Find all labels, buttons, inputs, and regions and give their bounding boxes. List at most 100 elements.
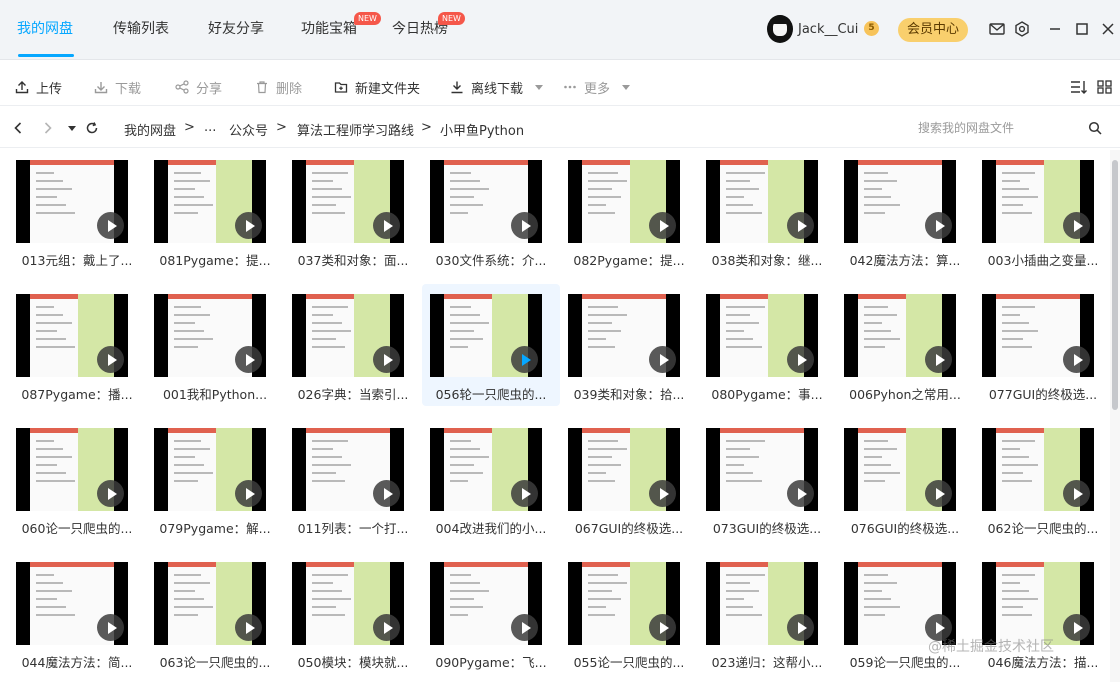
video-file-item[interactable]: 062论一只爬虫的... (974, 418, 1110, 540)
breadcrumb-ellipsis[interactable]: ... (204, 120, 216, 135)
chevron-down-icon[interactable] (622, 84, 631, 90)
play-icon[interactable] (511, 480, 538, 507)
play-icon[interactable] (925, 480, 952, 507)
thumbnail-text-line (174, 590, 195, 592)
video-file-item[interactable]: 013元组：戴上了... (8, 150, 146, 272)
play-icon[interactable] (1063, 212, 1090, 239)
video-thumbnail (844, 428, 956, 511)
play-icon[interactable] (787, 480, 814, 507)
play-icon[interactable] (925, 212, 952, 239)
scrollbar[interactable] (1110, 150, 1120, 682)
video-file-item[interactable]: 079Pygame：解... (146, 418, 284, 540)
play-icon[interactable] (97, 346, 124, 373)
play-icon[interactable] (373, 346, 400, 373)
maximize-icon[interactable] (1073, 20, 1091, 38)
video-file-item[interactable]: 042魔法方法：算... (836, 150, 974, 272)
video-file-item[interactable]: 076GUI的终极选... (836, 418, 974, 540)
search-icon[interactable] (1088, 121, 1102, 135)
mail-icon[interactable] (988, 20, 1006, 38)
vip-center-button[interactable]: 会员中心 (898, 18, 968, 42)
scrollbar-thumb[interactable] (1112, 160, 1118, 410)
thumbnail-text-line (1002, 606, 1023, 608)
play-icon[interactable] (787, 346, 814, 373)
username[interactable]: Jack__Cui (798, 22, 858, 37)
video-file-item[interactable]: 050模块：模块就... (284, 552, 422, 674)
play-icon[interactable] (235, 346, 262, 373)
new-folder-button[interactable]: 新建文件夹 (334, 68, 420, 106)
play-icon[interactable] (373, 614, 400, 641)
play-icon[interactable] (511, 212, 538, 239)
video-file-item[interactable]: 039类和对象：拾... (560, 284, 698, 406)
play-icon[interactable] (373, 212, 400, 239)
breadcrumb-item[interactable]: 算法工程师学习路线 (297, 120, 414, 139)
play-icon[interactable] (1063, 346, 1090, 373)
play-icon[interactable] (373, 480, 400, 507)
video-file-item[interactable]: 077GUI的终极选... (974, 284, 1110, 406)
offline-download-button[interactable]: 离线下载 (450, 68, 544, 106)
video-file-item[interactable]: 067GUI的终极选... (560, 418, 698, 540)
play-icon[interactable] (1063, 614, 1090, 641)
breadcrumb-item[interactable]: 我的网盘 (124, 120, 176, 139)
play-icon[interactable] (511, 614, 538, 641)
tab-toolbox[interactable]: 功能宝箱 (301, 18, 357, 38)
video-file-item[interactable]: 004改进我们的小... (422, 418, 560, 540)
tab-transfer-list[interactable]: 传输列表 (113, 18, 169, 38)
settings-icon[interactable] (1013, 20, 1031, 38)
play-icon[interactable] (511, 346, 538, 373)
download-button[interactable]: 下载 (94, 68, 141, 106)
video-file-item[interactable]: 081Pygame：提... (146, 150, 284, 272)
video-file-item[interactable]: 080Pygame：事... (698, 284, 836, 406)
grid-view-icon[interactable] (1097, 80, 1112, 94)
history-dropdown-icon[interactable] (68, 126, 76, 131)
refresh-icon[interactable] (85, 121, 99, 135)
play-icon[interactable] (787, 212, 814, 239)
delete-button[interactable]: 删除 (255, 68, 302, 106)
tab-friend-share[interactable]: 好友分享 (208, 18, 264, 38)
tab-my-drive[interactable]: 我的网盘 (17, 18, 73, 38)
sort-icon[interactable] (1070, 79, 1088, 95)
share-button[interactable]: 分享 (175, 68, 222, 106)
back-icon[interactable] (12, 121, 24, 135)
play-icon[interactable] (97, 614, 124, 641)
play-icon[interactable] (649, 346, 676, 373)
video-file-item[interactable]: 087Pygame：播... (8, 284, 146, 406)
chevron-down-icon[interactable] (535, 84, 544, 90)
video-file-item[interactable]: 011列表：一个打... (284, 418, 422, 540)
play-icon[interactable] (649, 480, 676, 507)
play-icon[interactable] (925, 346, 952, 373)
video-file-item[interactable]: 023递归：这帮小... (698, 552, 836, 674)
close-icon[interactable] (1099, 20, 1117, 38)
forward-icon[interactable] (42, 121, 54, 135)
play-icon[interactable] (235, 212, 262, 239)
video-file-item[interactable]: 044魔法方法：简... (8, 552, 146, 674)
video-file-item[interactable]: 060论一只爬虫的... (8, 418, 146, 540)
video-file-item[interactable]: 006Pyhon之常用... (836, 284, 974, 406)
play-icon[interactable] (1063, 480, 1090, 507)
video-file-item[interactable]: 055论一只爬虫的... (560, 552, 698, 674)
play-icon[interactable] (649, 614, 676, 641)
video-file-item[interactable]: 026字典：当索引... (284, 284, 422, 406)
play-icon[interactable] (97, 212, 124, 239)
thumbnail-text-line (450, 480, 468, 482)
search-input[interactable] (905, 116, 1105, 140)
play-icon[interactable] (649, 212, 676, 239)
more-button[interactable]: 更多 (563, 68, 631, 106)
video-file-item[interactable]: 038类和对象：继... (698, 150, 836, 272)
breadcrumb-item[interactable]: 公众号 (229, 120, 268, 139)
video-file-item[interactable]: 037类和对象：面... (284, 150, 422, 272)
avatar[interactable] (767, 15, 793, 43)
play-icon[interactable] (235, 614, 262, 641)
video-file-item[interactable]: 082Pygame：提... (560, 150, 698, 272)
play-icon[interactable] (787, 614, 814, 641)
video-file-item[interactable]: 003小插曲之变量... (974, 150, 1110, 272)
video-file-item[interactable]: 063论一只爬虫的... (146, 552, 284, 674)
video-file-item[interactable]: 030文件系统：介... (422, 150, 560, 272)
video-file-item[interactable]: 090Pygame：飞... (422, 552, 560, 674)
video-file-item[interactable]: 001我和Python... (146, 284, 284, 406)
video-file-item[interactable]: 056轮一只爬虫的... (422, 284, 560, 406)
minimize-icon[interactable] (1046, 20, 1064, 38)
upload-button[interactable]: 上传 (15, 68, 62, 106)
play-icon[interactable] (235, 480, 262, 507)
play-icon[interactable] (97, 480, 124, 507)
video-file-item[interactable]: 073GUI的终极选... (698, 418, 836, 540)
